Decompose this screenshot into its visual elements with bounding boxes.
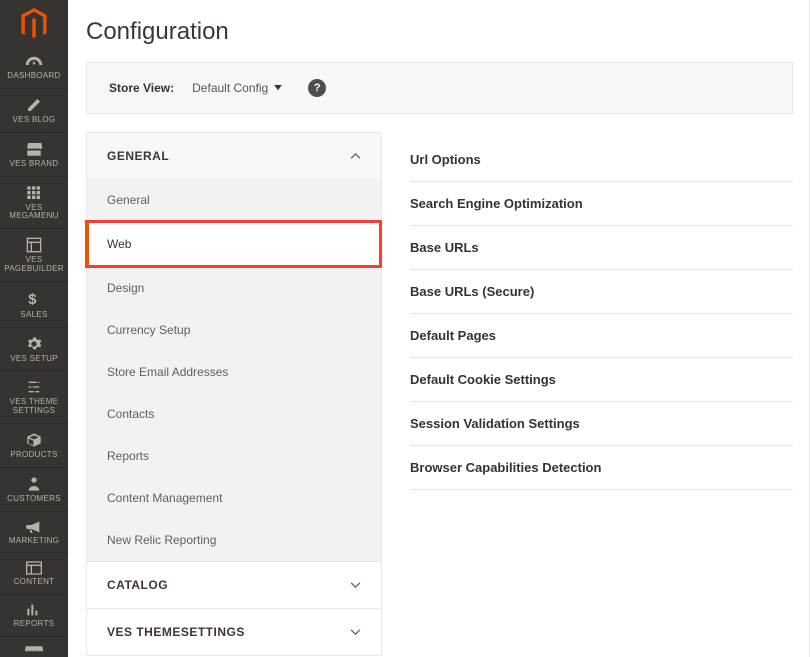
store-view-label: Store View:	[109, 81, 174, 95]
nav-reports[interactable]: REPORTS	[0, 595, 68, 637]
config-item-design[interactable]: Design	[87, 267, 381, 309]
config-item-contacts[interactable]: Contacts	[87, 393, 381, 435]
config-item-general[interactable]: General	[87, 179, 381, 221]
nav-customers[interactable]: CUSTOMERS	[0, 468, 68, 512]
nav-ves-pagebuilder[interactable]: VES PAGEBUILDER	[0, 229, 68, 282]
nav-marketing[interactable]: MARKETING	[0, 512, 68, 554]
stores-icon	[25, 645, 43, 655]
nav-sales[interactable]: $ SALES	[0, 282, 68, 328]
store-view-selector[interactable]: Default Config	[192, 81, 282, 95]
config-item-content-management[interactable]: Content Management	[87, 477, 381, 519]
config-section-general[interactable]: GENERAL	[86, 132, 382, 179]
layout-icon	[26, 237, 42, 253]
detail-browser-capabilities[interactable]: Browser Capabilities Detection	[410, 446, 793, 490]
nav-ves-setup[interactable]: VES SETUP	[0, 328, 68, 372]
nav-label: MARKETING	[9, 537, 59, 546]
nav-label: VES BLOG	[13, 116, 56, 125]
config-nav: GENERAL General Web Design Currency Setu…	[86, 132, 382, 656]
chevron-up-icon	[350, 149, 361, 163]
nav-label: CUSTOMERS	[7, 495, 61, 504]
nav-ves-megamenu[interactable]: VES MEGAMENU	[0, 177, 68, 230]
gear-icon	[26, 336, 42, 352]
dashboard-icon	[25, 55, 43, 69]
bar-chart-icon	[26, 603, 42, 617]
nav-ves-brand[interactable]: VES BRAND	[0, 133, 68, 177]
magento-logo[interactable]	[0, 0, 68, 47]
config-section-ves-themesettings[interactable]: VES THEMESETTINGS	[86, 608, 382, 656]
config-item-store-email[interactable]: Store Email Addresses	[87, 351, 381, 393]
chevron-down-icon	[350, 625, 361, 639]
content-icon	[26, 561, 42, 575]
config-section-catalog[interactable]: CATALOG	[86, 561, 382, 609]
nav-ves-blog[interactable]: VES BLOG	[0, 89, 68, 133]
sliders-icon	[26, 379, 42, 395]
detail-session-validation[interactable]: Session Validation Settings	[410, 402, 793, 446]
detail-seo[interactable]: Search Engine Optimization	[410, 182, 793, 226]
magento-logo-icon	[20, 8, 48, 40]
nav-label: VES SETUP	[10, 355, 58, 364]
nav-label: VES BRAND	[10, 160, 59, 169]
person-icon	[27, 476, 41, 492]
grid-icon	[26, 185, 42, 201]
megaphone-icon	[26, 520, 42, 534]
nav-label: VES PAGEBUILDER	[0, 256, 68, 274]
nav-label: VES MEGAMENU	[0, 204, 68, 222]
nav-label: SALES	[20, 311, 47, 320]
config-detail: Url Options Search Engine Optimization B…	[410, 132, 793, 656]
config-section-general-items: General Web Design Currency Setup Store …	[86, 179, 382, 562]
nav-label: DASHBOARD	[7, 72, 60, 81]
help-icon[interactable]: ?	[308, 79, 326, 97]
config-item-reports[interactable]: Reports	[87, 435, 381, 477]
detail-url-options[interactable]: Url Options	[410, 138, 793, 182]
config-item-web[interactable]: Web	[86, 221, 381, 267]
nav-content[interactable]: CONTENT	[0, 553, 68, 595]
svg-text:$: $	[28, 292, 36, 308]
config-item-currency-setup[interactable]: Currency Setup	[87, 309, 381, 351]
nav-products[interactable]: PRODUCTS	[0, 424, 68, 468]
nav-more[interactable]	[0, 637, 68, 657]
caret-down-icon	[274, 85, 282, 91]
nav-ves-theme-settings[interactable]: VES THEME SETTINGS	[0, 371, 68, 424]
detail-default-cookie[interactable]: Default Cookie Settings	[410, 358, 793, 402]
storefront-icon	[25, 141, 43, 157]
detail-base-urls[interactable]: Base URLs	[410, 226, 793, 270]
box-icon	[26, 432, 42, 448]
main-content: Configuration Store View: Default Config…	[68, 0, 810, 657]
pencil-icon	[26, 97, 42, 113]
nav-label: CONTENT	[14, 578, 55, 587]
admin-sidebar: DASHBOARD VES BLOG VES BRAND VES MEGAMEN…	[0, 0, 68, 657]
nav-label: REPORTS	[14, 620, 55, 629]
nav-label: PRODUCTS	[10, 451, 57, 460]
detail-default-pages[interactable]: Default Pages	[410, 314, 793, 358]
config-item-new-relic[interactable]: New Relic Reporting	[87, 519, 381, 561]
store-view-bar: Store View: Default Config ?	[86, 62, 793, 114]
dollar-icon: $	[28, 290, 40, 308]
detail-base-urls-secure[interactable]: Base URLs (Secure)	[410, 270, 793, 314]
page-title: Configuration	[86, 18, 793, 46]
nav-label: VES THEME SETTINGS	[0, 398, 68, 416]
nav-dashboard[interactable]: DASHBOARD	[0, 47, 68, 89]
chevron-down-icon	[350, 578, 361, 592]
